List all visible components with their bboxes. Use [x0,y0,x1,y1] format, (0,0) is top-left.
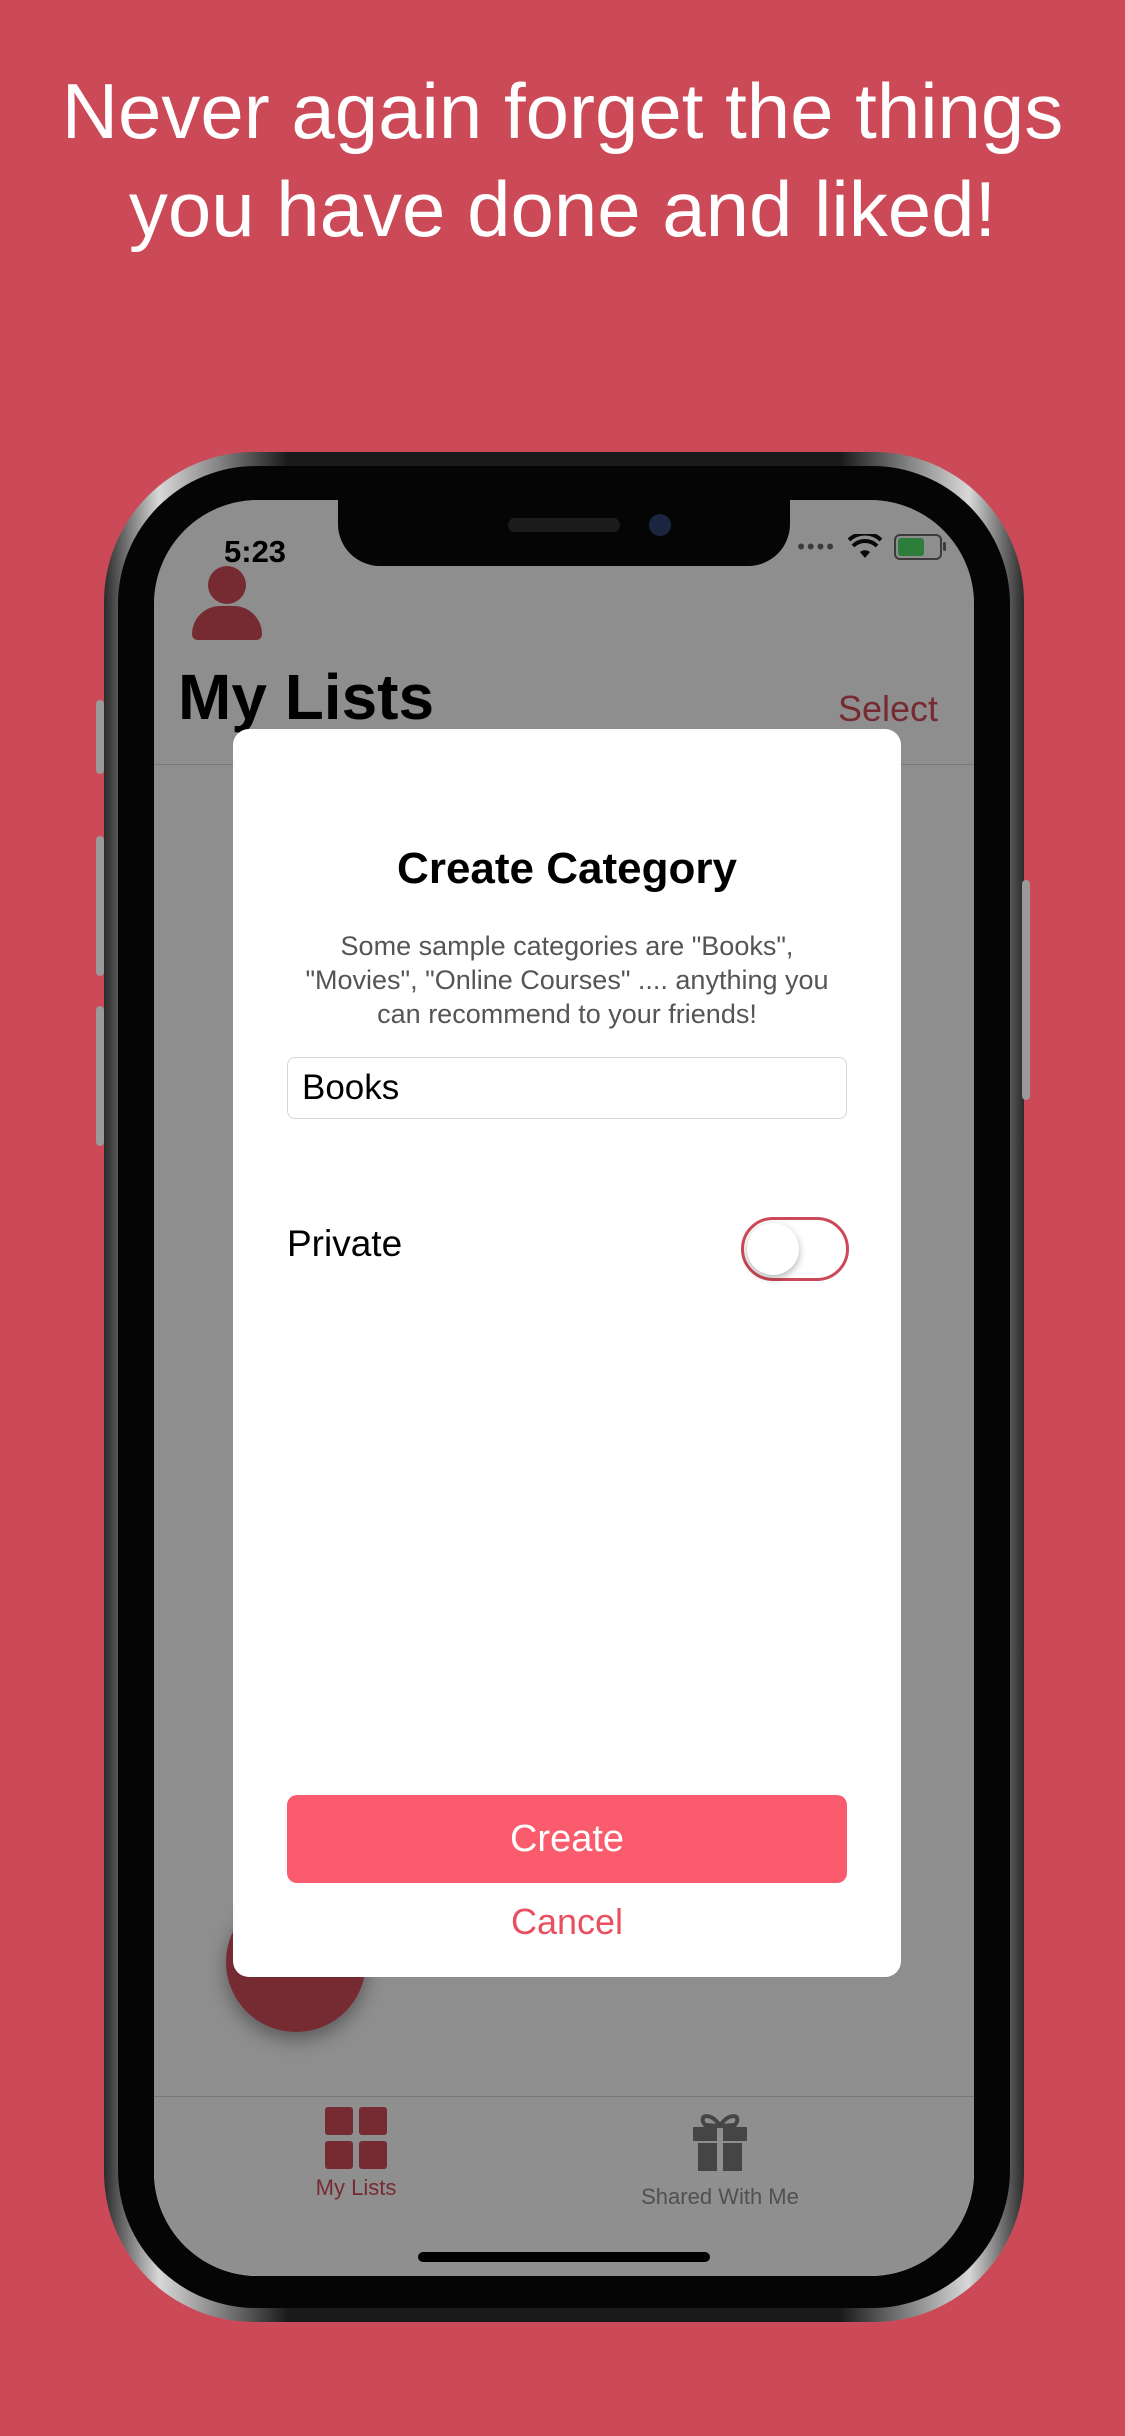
private-toggle[interactable] [741,1217,849,1281]
power-button [1022,880,1030,1100]
mute-switch [96,700,104,774]
create-button[interactable]: Create [287,1795,847,1883]
dialog-description: Some sample categories are "Books", "Mov… [305,931,829,1029]
phone-screen: 5:23 •••• My Lists Select My Lists Share… [154,500,974,2276]
category-name-input[interactable] [287,1057,847,1119]
camera-icon [649,514,671,536]
private-label: Private [287,1223,403,1264]
speaker [508,518,620,532]
volume-down-button [96,1006,104,1146]
toggle-knob [747,1223,799,1275]
headline: Never again forget the things you have d… [61,67,1064,253]
notch [338,500,790,566]
volume-up-button [96,836,104,976]
cancel-button[interactable]: Cancel [233,1901,901,1943]
create-category-dialog: Create Category Some sample categories a… [233,729,901,1977]
dialog-title: Create Category [397,844,737,893]
